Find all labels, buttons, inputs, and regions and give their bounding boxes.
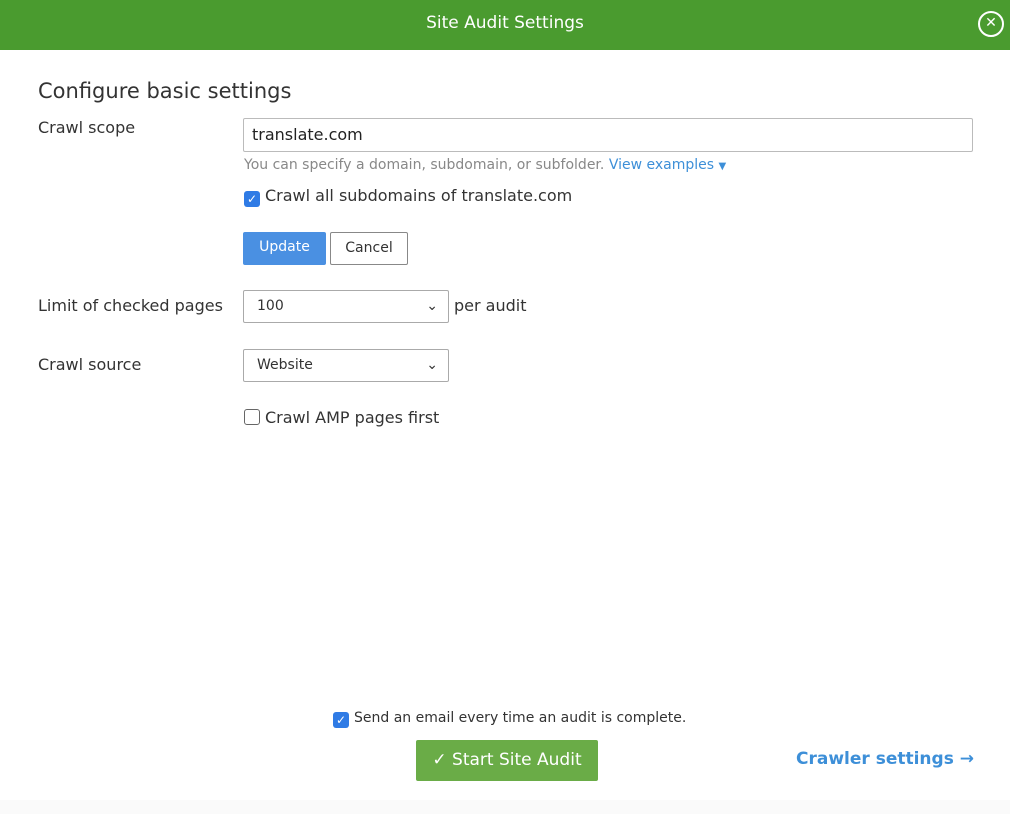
checkbox-checked-icon: ✓ [244,191,260,207]
subdomains-checkbox[interactable]: ✓ Crawl all subdomains of translate.com [244,186,572,207]
crawler-settings-link[interactable]: Crawler settings → [796,749,974,769]
subdomains-label: Crawl all subdomains of translate.com [265,186,573,205]
dialog-title: Site Audit Settings [426,13,584,33]
cancel-button[interactable]: Cancel [330,232,408,265]
page-title: Configure basic settings [38,79,292,103]
checkbox-unchecked-icon [244,409,260,425]
footer-bar [0,800,1010,814]
limit-label: Limit of checked pages [38,296,223,315]
arrow-right-icon: → [959,749,974,769]
limit-select[interactable]: 100 ⌄ [243,290,449,323]
view-examples-link[interactable]: View examples ▼ [609,157,726,173]
checkbox-checked-icon: ✓ [333,712,349,728]
chevron-down-icon: ⌄ [426,357,438,373]
crawl-scope-hint: You can specify a domain, subdomain, or … [244,157,726,173]
email-label: Send an email every time an audit is com… [354,710,687,726]
amp-checkbox[interactable]: Crawl AMP pages first [244,408,439,427]
per-audit-label: per audit [454,296,527,315]
email-checkbox[interactable]: ✓ Send an email every time an audit is co… [333,710,686,728]
crawl-source-value: Website [257,357,313,373]
caret-down-icon: ▼ [718,161,727,172]
dialog-header: Site Audit Settings ✕ [0,0,1010,50]
crawl-source-select[interactable]: Website ⌄ [243,349,449,382]
view-examples-label: View examples [608,157,715,173]
hint-text: You can specify a domain, subdomain, or … [244,157,605,173]
crawl-source-label: Crawl source [38,355,142,374]
start-label: Start Site Audit [452,750,582,770]
check-icon: ✓ [432,750,447,770]
crawl-scope-input[interactable]: translate.com [243,118,973,152]
chevron-down-icon: ⌄ [426,298,438,314]
crawler-settings-label: Crawler settings [796,749,954,769]
crawl-scope-label: Crawl scope [38,118,136,137]
start-site-audit-button[interactable]: ✓ Start Site Audit [416,740,598,781]
close-icon[interactable]: ✕ [978,11,1004,37]
limit-value: 100 [257,298,284,314]
amp-label: Crawl AMP pages first [265,408,440,427]
update-button[interactable]: Update [243,232,326,265]
